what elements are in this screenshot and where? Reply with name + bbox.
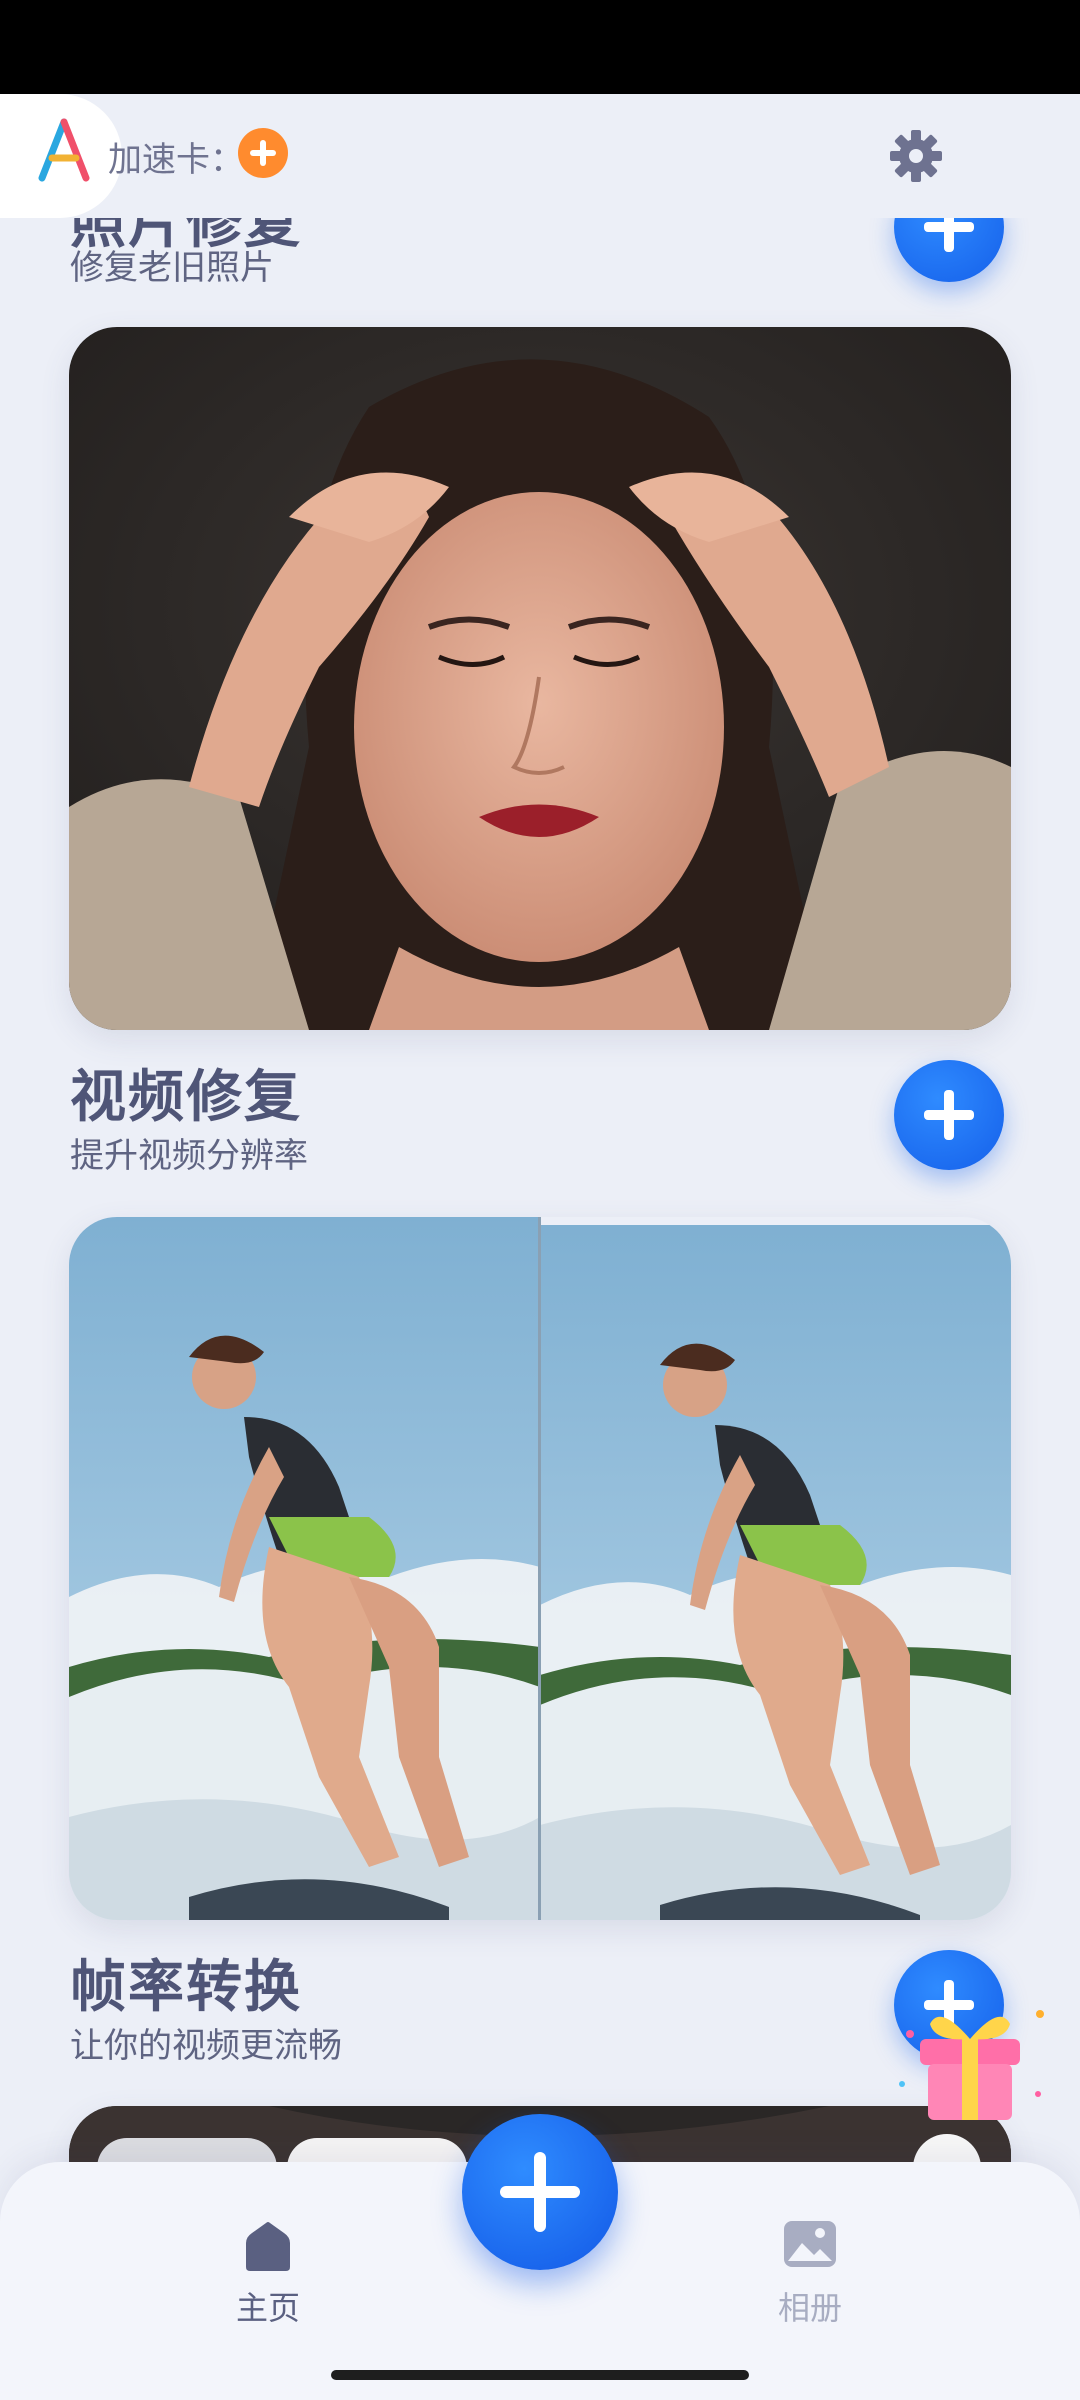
app-logo-bubble[interactable] — [0, 94, 122, 218]
app-logo-icon — [38, 118, 90, 182]
gear-icon[interactable] — [888, 128, 944, 184]
nav-home-label: 主页 — [235, 2289, 300, 2327]
portrait-photo — [69, 327, 1011, 1030]
add-credits-button[interactable] — [238, 128, 288, 178]
home-icon — [246, 2222, 290, 2271]
frame-rate-subtitle: 让你的视频更流畅 — [70, 2026, 342, 2066]
video-restore-preview-image[interactable] — [69, 327, 1011, 1030]
video-restore-subtitle: 提升视频分辨率 — [70, 1136, 308, 1176]
surfer-comparison — [69, 1217, 1011, 1920]
nav-album[interactable]: 相册 — [740, 2217, 880, 2329]
video-restore-title: 视频修复 — [70, 1065, 302, 1130]
nav-album-label: 相册 — [777, 2289, 842, 2327]
nav-home[interactable]: 主页 — [198, 2217, 338, 2329]
photo-restore-subtitle: 修复老旧照片 — [70, 248, 274, 288]
frame-rate-preview-image[interactable] — [69, 1217, 1011, 1920]
frame-rate-title: 帧率转换 — [70, 1955, 302, 2020]
top-header: 加速卡：0 — [0, 94, 1080, 218]
gift-icon[interactable] — [890, 1984, 1050, 2124]
album-icon — [784, 2221, 836, 2267]
status-bar — [0, 0, 1080, 94]
video-restore-add-button[interactable] — [894, 1060, 1004, 1170]
create-fab-button[interactable] — [462, 2114, 618, 2270]
home-indicator — [331, 2370, 749, 2380]
